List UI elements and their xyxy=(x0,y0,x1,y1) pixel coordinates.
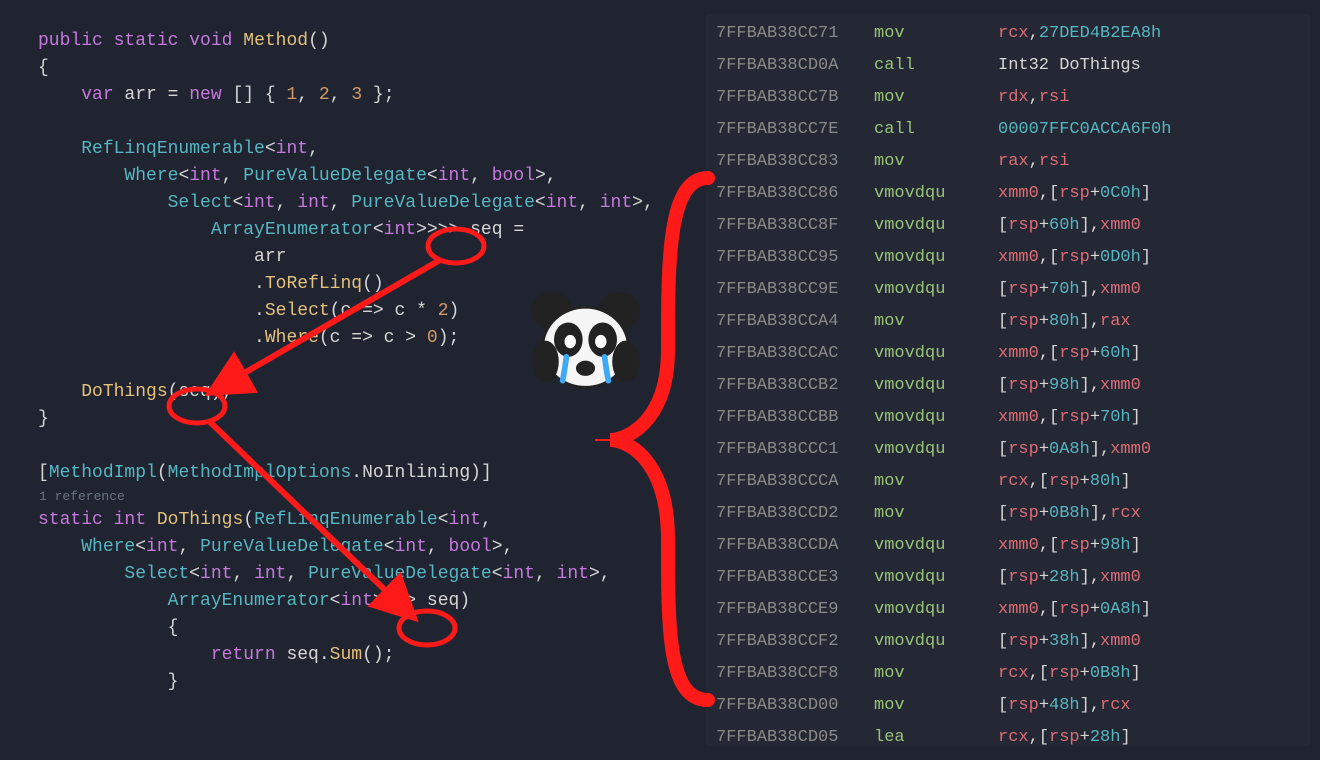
asm-row: 7FFBAB38CC95vmovdquxmm0,[rsp+0D0h] xyxy=(716,242,1310,274)
asm-row: 7FFBAB38CC86vmovdquxmm0,[rsp+0C0h] xyxy=(716,178,1310,210)
asm-row: 7FFBAB38CCE9vmovdquxmm0,[rsp+0A8h] xyxy=(716,594,1310,626)
asm-row: 7FFBAB38CCA4mov[rsp+80h],rax xyxy=(716,306,1310,338)
asm-row: 7FFBAB38CCDAvmovdquxmm0,[rsp+98h] xyxy=(716,530,1310,562)
codelens-reference[interactable]: 1 reference xyxy=(39,487,700,507)
asm-row: 7FFBAB38CCACvmovdquxmm0,[rsp+60h] xyxy=(716,338,1310,370)
asm-row: 7FFBAB38CCC1vmovdqu[rsp+0A8h],xmm0 xyxy=(716,434,1310,466)
asm-row: 7FFBAB38CC9Evmovdqu[rsp+70h],xmm0 xyxy=(716,274,1310,306)
asm-row: 7FFBAB38CC7Ecall00007FFC0ACCA6F0h xyxy=(716,114,1310,146)
asm-row: 7FFBAB38CC8Fvmovdqu[rsp+60h],xmm0 xyxy=(716,210,1310,242)
asm-row: 7FFBAB38CC71movrcx,27DED4B2EA8h xyxy=(716,18,1310,50)
asm-row: 7FFBAB38CCE3vmovdqu[rsp+28h],xmm0 xyxy=(716,562,1310,594)
asm-row: 7FFBAB38CD00mov[rsp+48h],rcx xyxy=(716,690,1310,722)
asm-row: 7FFBAB38CCF2vmovdqu[rsp+38h],xmm0 xyxy=(716,626,1310,658)
asm-row: 7FFBAB38CCF8movrcx,[rsp+0B8h] xyxy=(716,658,1310,690)
asm-row: 7FFBAB38CCBBvmovdquxmm0,[rsp+70h] xyxy=(716,402,1310,434)
asm-row: 7FFBAB38CCCAmovrcx,[rsp+80h] xyxy=(716,466,1310,498)
asm-row: 7FFBAB38CCD2mov[rsp+0B8h],rcx xyxy=(716,498,1310,530)
asm-row: 7FFBAB38CCB2vmovdqu[rsp+98h],xmm0 xyxy=(716,370,1310,402)
asm-row: 7FFBAB38CC7Bmovrdx,rsi xyxy=(716,82,1310,114)
sad-panda-emote-icon xyxy=(528,290,643,395)
asm-row: 7FFBAB38CC83movrax,rsi xyxy=(716,146,1310,178)
disassembly-view[interactable]: 7FFBAB38CC71movrcx,27DED4B2EA8h7FFBAB38C… xyxy=(706,14,1310,746)
asm-row: 7FFBAB38CD05learcx,[rsp+28h] xyxy=(716,722,1310,754)
asm-row: 7FFBAB38CD0AcallInt32 DoThings xyxy=(716,50,1310,82)
